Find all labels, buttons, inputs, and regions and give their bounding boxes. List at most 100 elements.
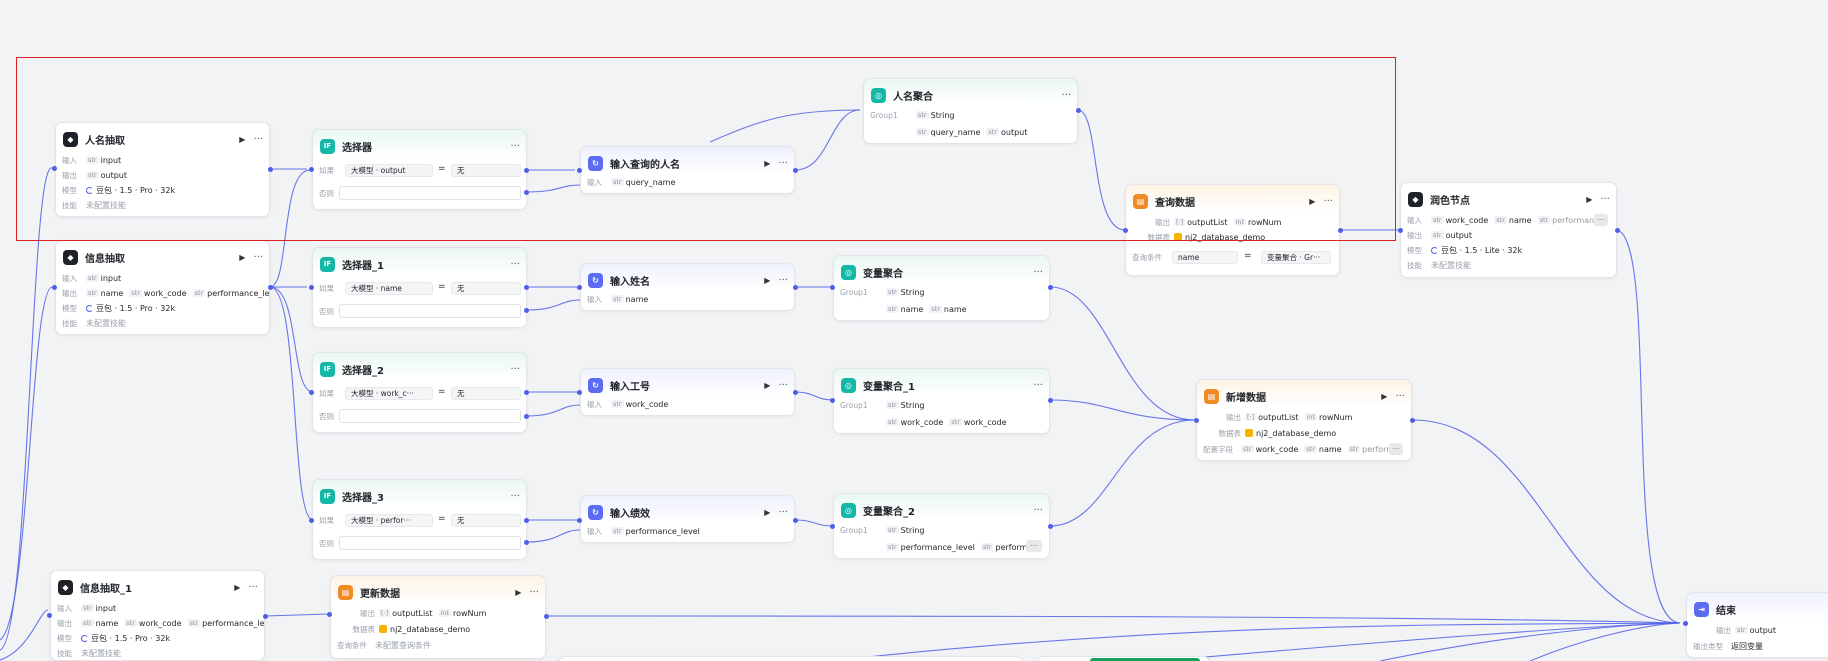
more-icon[interactable]: ··· — [778, 158, 788, 169]
more-icon[interactable]: ··· — [778, 380, 788, 391]
port[interactable] — [309, 390, 314, 395]
condition-field[interactable]: name — [1172, 251, 1238, 264]
llm-node-info-extract[interactable]: ◆ 信息抽取 ▶ ··· 输入 str input 输出 str name str work_co… — [55, 240, 270, 335]
port[interactable] — [309, 167, 314, 172]
more-icon[interactable]: ··· — [1600, 194, 1610, 205]
condition-right[interactable]: 无 — [451, 387, 521, 400]
port[interactable] — [524, 518, 529, 523]
more-icon[interactable]: ··· — [778, 507, 788, 518]
db-insert-node[interactable]: ▤ 新增数据 ▶ ··· 输出 [·] outputList int rowNum 数据表 nj… — [1196, 379, 1412, 461]
port[interactable] — [268, 285, 273, 290]
db-update-node[interactable]: ▤ 更新数据 ▶ ··· 输出 [·] outputList int rowNum 数据表 nj… — [330, 575, 546, 659]
run-icon[interactable]: ▶ — [239, 253, 245, 262]
run-icon[interactable]: ▶ — [1309, 197, 1315, 206]
more-icon[interactable]: ··· — [1033, 380, 1043, 391]
run-icon[interactable]: ▶ — [239, 135, 245, 144]
port[interactable] — [577, 168, 582, 173]
condition-node-selector-2[interactable]: IF 选择器_2 ··· 如果 大模型 · work_c··· = 无 否则 — [312, 352, 527, 433]
run-icon[interactable]: ▶ — [764, 381, 770, 390]
operator[interactable]: = — [438, 282, 446, 292]
port[interactable] — [268, 167, 273, 172]
port[interactable] — [1076, 108, 1081, 113]
port[interactable] — [1615, 228, 1620, 233]
operator[interactable]: = — [438, 164, 446, 174]
db-query-node[interactable]: ▤ 查询数据 ▶ ··· 输出 [·] outputList int rowNum 数据表 nj… — [1125, 184, 1340, 276]
more-icon[interactable]: ··· — [510, 364, 520, 375]
port[interactable] — [1410, 418, 1415, 423]
operator[interactable]: = — [438, 387, 446, 397]
condition-right[interactable]: 无 — [451, 282, 521, 295]
port[interactable] — [1048, 285, 1053, 290]
port[interactable] — [793, 285, 798, 290]
else-box[interactable] — [339, 409, 521, 423]
run-icon[interactable]: ▶ — [764, 159, 770, 168]
workflow-canvas[interactable]: ◆ 人名抽取 ▶ ··· 输入 str input 输出 str output 模型 豆包 · … — [0, 0, 1828, 661]
more-icon[interactable]: ··· — [529, 587, 539, 598]
run-icon[interactable]: ▶ — [764, 508, 770, 517]
else-box[interactable] — [339, 304, 521, 318]
more-fields-button[interactable]: ··· — [1389, 443, 1403, 455]
port[interactable] — [1398, 228, 1403, 233]
port[interactable] — [1048, 398, 1053, 403]
aggregator-node-var-2[interactable]: ◎ 变量聚合_2 ··· Group1 str String str performanc… — [833, 493, 1050, 559]
port[interactable] — [544, 614, 549, 619]
more-icon[interactable]: ··· — [1061, 90, 1071, 101]
port[interactable] — [577, 518, 582, 523]
condition-node-selector-3[interactable]: IF 选择器_3 ··· 如果 大模型 · perfor··· = 无 否则 — [312, 479, 527, 560]
more-icon[interactable]: ··· — [510, 259, 520, 270]
condition-node-selector[interactable]: IF 选择器 ··· 如果 大模型 · output = 无 否则 — [312, 129, 527, 210]
aggregator-node-var-1[interactable]: ◎ 变量聚合_1 ··· Group1 str String str work_code s… — [833, 368, 1050, 434]
else-box[interactable] — [339, 186, 521, 200]
condition-value[interactable]: 变量聚合 · Gr··· — [1261, 251, 1331, 264]
input-node-name[interactable]: ↻ 输入姓名 ▶ ··· 输入 str name — [580, 263, 795, 311]
port[interactable] — [524, 190, 529, 195]
port[interactable] — [793, 168, 798, 173]
input-node-performance[interactable]: ↻ 输入绩效 ▶ ··· 输入 str performance_level — [580, 495, 795, 543]
more-icon[interactable]: ··· — [248, 582, 258, 593]
end-node[interactable]: ⇥ 结束 输出 str output 输出类型 返回变量 — [1686, 592, 1828, 658]
port[interactable] — [309, 285, 314, 290]
partial-node[interactable] — [558, 656, 1023, 661]
llm-node-info-extract-1[interactable]: ◆ 信息抽取_1 ▶ ··· 输入 str input 输出 str name str work_… — [50, 570, 265, 661]
port[interactable] — [1123, 228, 1128, 233]
port[interactable] — [524, 308, 529, 313]
port[interactable] — [524, 414, 529, 419]
run-icon[interactable]: ▶ — [515, 588, 521, 597]
run-icon[interactable]: ▶ — [1586, 195, 1592, 204]
port[interactable] — [524, 390, 529, 395]
port[interactable] — [52, 166, 57, 171]
port[interactable] — [1194, 418, 1199, 423]
more-vars-button[interactable]: ··· — [1026, 540, 1042, 552]
else-box[interactable] — [339, 536, 521, 550]
input-node-query-name[interactable]: ↻ 输入查询的人名 ▶ ··· 输入 str query_name — [580, 146, 795, 194]
port[interactable] — [524, 168, 529, 173]
more-icon[interactable]: ··· — [510, 491, 520, 502]
operator[interactable]: = — [438, 514, 446, 524]
condition-left[interactable]: 大模型 · output — [345, 164, 433, 177]
condition-right[interactable]: 无 — [451, 164, 521, 177]
condition-node-selector-1[interactable]: IF 选择器_1 ··· 如果 大模型 · name = 无 否则 — [312, 247, 527, 328]
more-icon[interactable]: ··· — [510, 141, 520, 152]
condition-right[interactable]: 无 — [451, 514, 521, 527]
aggregator-node-name[interactable]: ◎ 人名聚合 ··· Group1 str String str query_name st… — [863, 78, 1078, 144]
more-icon[interactable]: ··· — [253, 252, 263, 263]
port[interactable] — [577, 390, 582, 395]
port[interactable] — [577, 285, 582, 290]
condition-left[interactable]: 大模型 · perfor··· — [345, 514, 433, 527]
port[interactable] — [793, 390, 798, 395]
port[interactable] — [1338, 228, 1343, 233]
run-icon[interactable]: ▶ — [234, 583, 240, 592]
condition-left[interactable]: 大模型 · work_c··· — [345, 387, 433, 400]
run-icon[interactable]: ▶ — [1381, 392, 1387, 401]
port[interactable] — [524, 285, 529, 290]
port[interactable] — [327, 612, 332, 617]
more-icon[interactable]: ··· — [1323, 196, 1333, 207]
more-vars-button[interactable]: ··· — [1594, 214, 1608, 226]
aggregator-node-var[interactable]: ◎ 变量聚合 ··· Group1 str String str name str name — [833, 255, 1050, 321]
more-icon[interactable]: ··· — [253, 134, 263, 145]
port[interactable] — [830, 524, 835, 529]
port[interactable] — [263, 614, 268, 619]
port[interactable] — [1048, 524, 1053, 529]
more-icon[interactable]: ··· — [1033, 267, 1043, 278]
llm-node-name-extract[interactable]: ◆ 人名抽取 ▶ ··· 输入 str input 输出 str output 模型 豆包 · … — [55, 122, 270, 217]
